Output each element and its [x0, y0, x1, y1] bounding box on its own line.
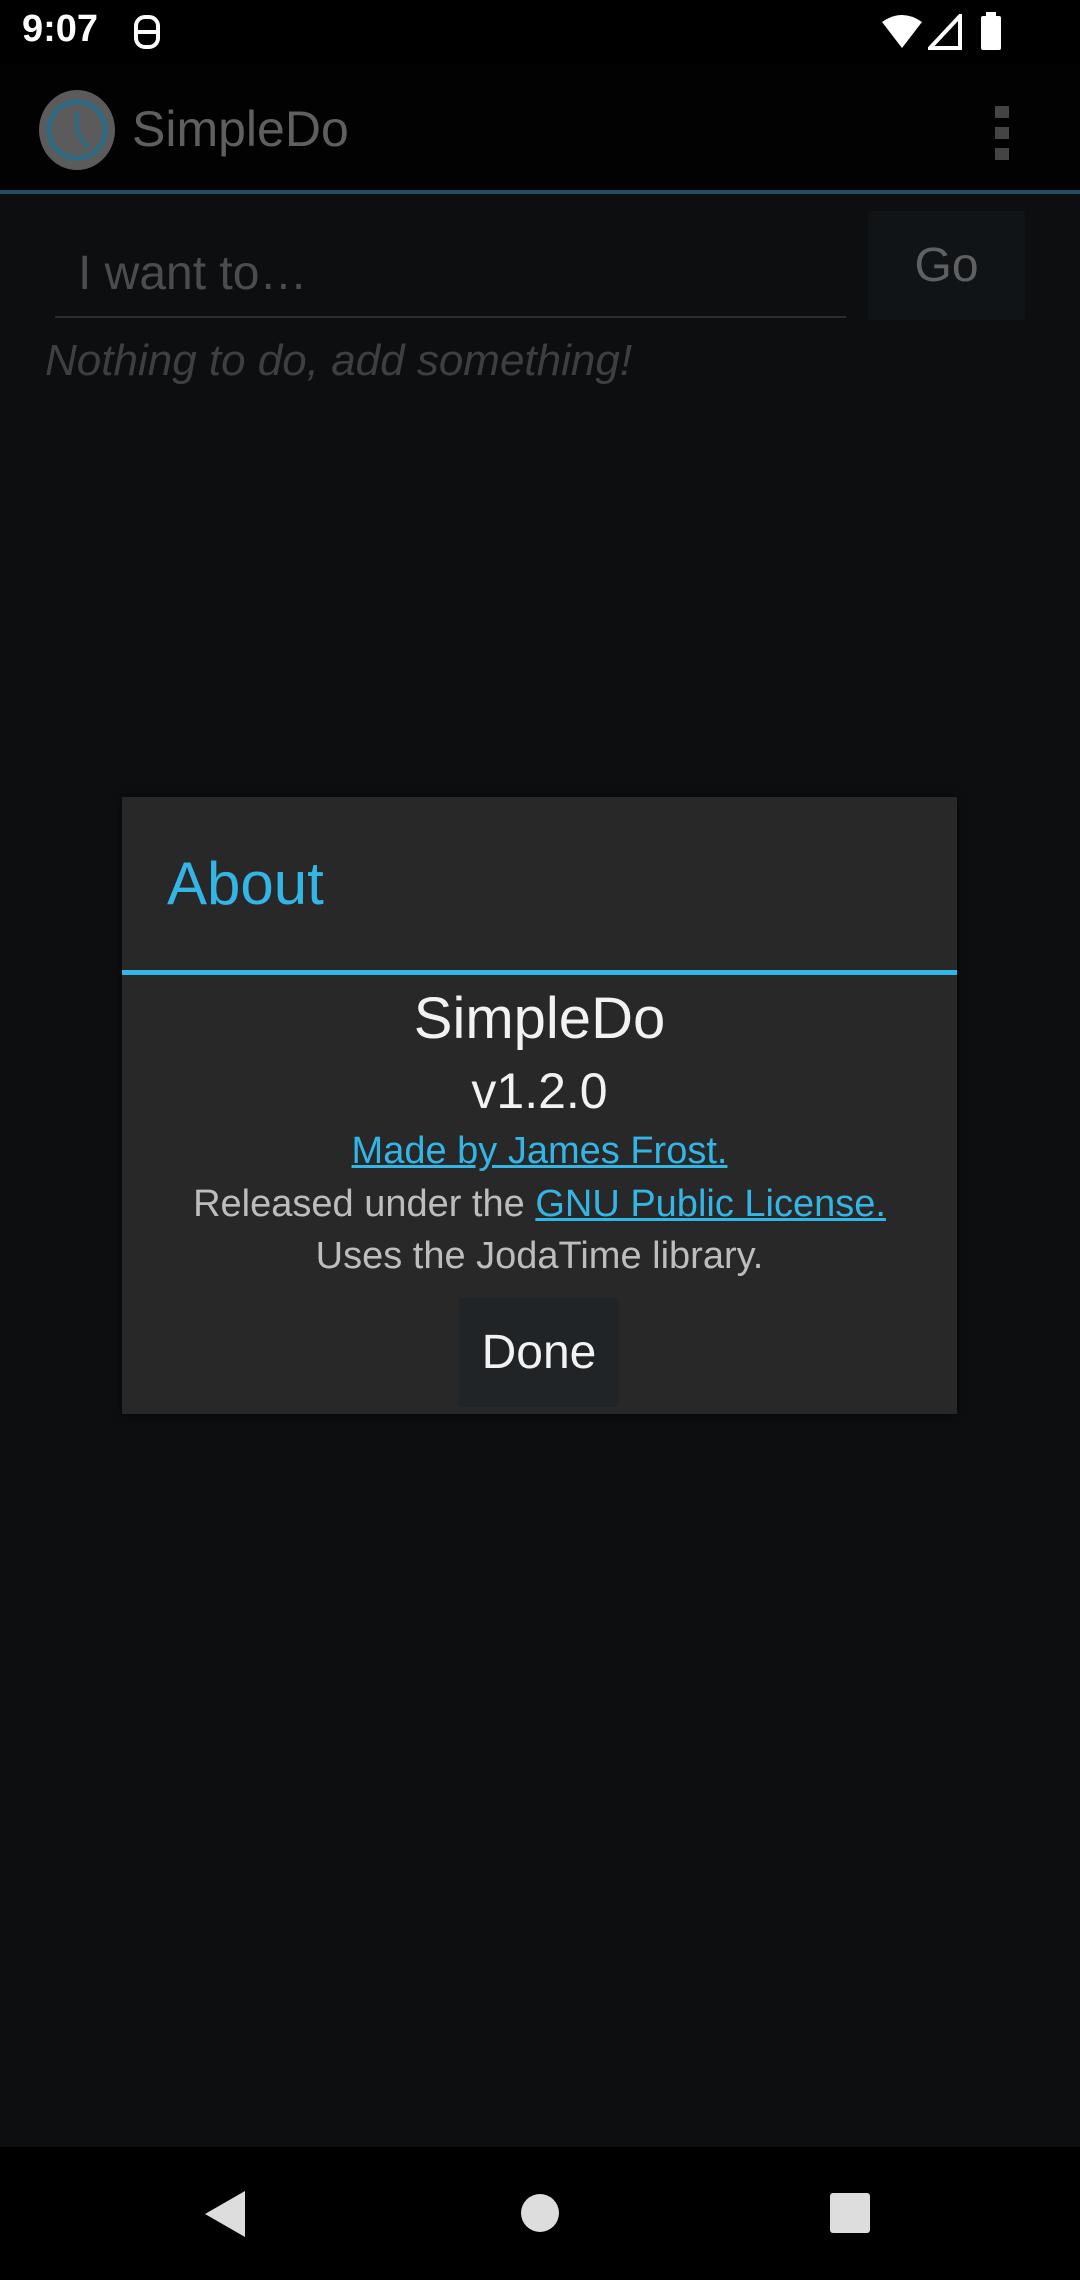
more-vert-icon[interactable] — [992, 104, 1012, 164]
signal-icon — [928, 14, 962, 50]
author-line: Made by James Frost. — [122, 1130, 957, 1173]
about-version: v1.2.0 — [471, 1063, 608, 1119]
license-link[interactable]: GNU Public License. — [535, 1183, 886, 1225]
wifi-icon — [882, 15, 922, 48]
status-bar: 9:07 — [0, 0, 1080, 64]
app-title: SimpleDo — [132, 101, 349, 157]
battery-icon — [981, 12, 1001, 50]
recents-icon[interactable] — [830, 2193, 870, 2233]
navigation-bar — [0, 2147, 1080, 2280]
about-dialog: About SimpleDo v1.2.0 Made by James Fros… — [122, 797, 957, 1414]
license-line: Released under the GNU Public License. — [122, 1183, 957, 1226]
go-button[interactable]: Go — [868, 211, 1025, 320]
app-bar-divider — [0, 190, 1080, 194]
about-app-name: SimpleDo — [413, 986, 666, 1051]
home-icon[interactable] — [520, 2193, 560, 2233]
dialog-divider — [122, 970, 957, 975]
notification-icon — [134, 15, 160, 49]
back-icon[interactable] — [205, 2191, 245, 2237]
todo-input-underline — [55, 316, 846, 318]
done-button[interactable]: Done — [459, 1298, 619, 1407]
library-credit: Uses the JodaTime library. — [315, 1235, 764, 1277]
todo-input[interactable]: I want to… — [78, 246, 307, 301]
status-time: 9:07 — [22, 8, 99, 50]
empty-message: Nothing to do, add something! — [45, 336, 633, 385]
dialog-title: About — [167, 850, 324, 917]
author-link[interactable]: Made by James Frost. — [352, 1130, 728, 1172]
license-prefix: Released under the — [193, 1183, 536, 1225]
clock-icon — [39, 90, 115, 170]
